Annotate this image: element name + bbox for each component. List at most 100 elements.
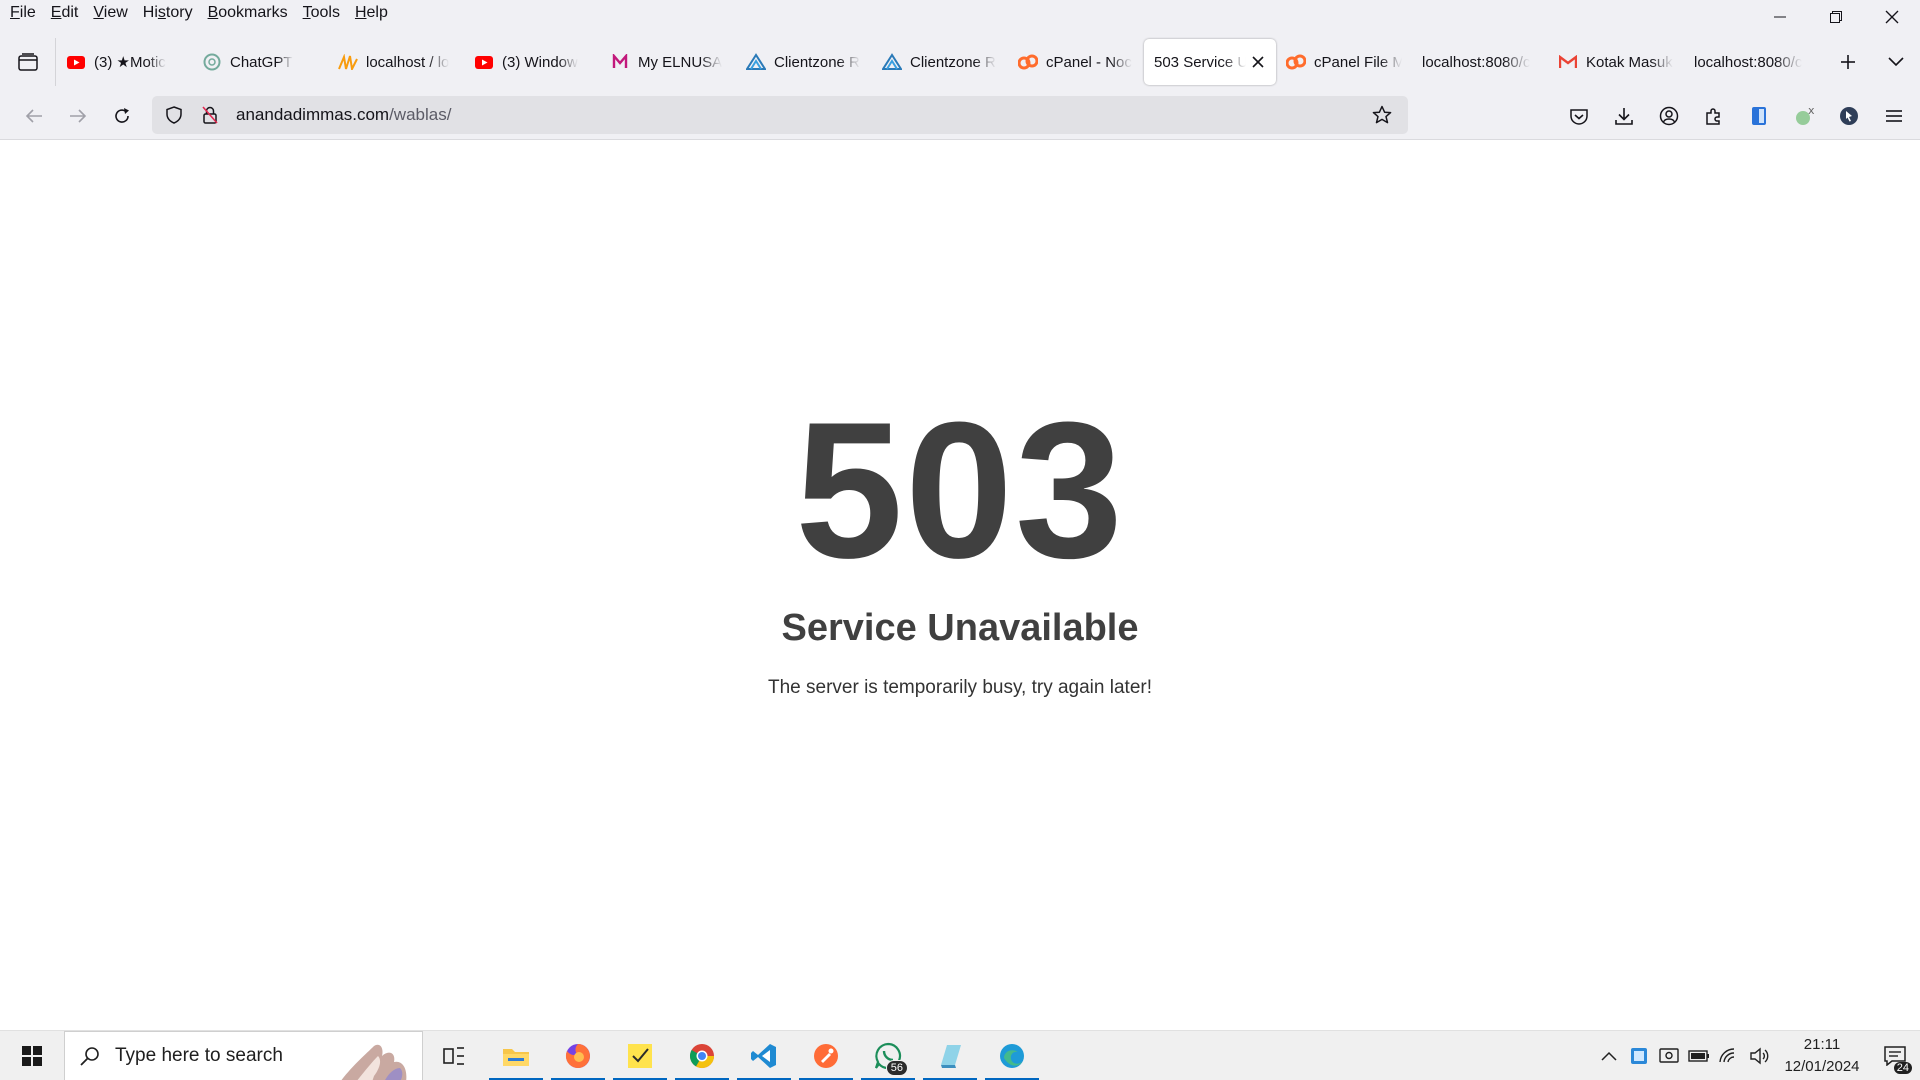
taskbar-search-box[interactable]: Type here to search bbox=[64, 1030, 423, 1080]
vscode-taskbar-button[interactable] bbox=[733, 1031, 795, 1080]
tab-clientzone-2[interactable]: Clientzone R bbox=[872, 39, 1008, 85]
youtube-icon bbox=[474, 52, 494, 72]
folder-icon bbox=[503, 1048, 529, 1066]
navigation-bar: anandadimmas.com/wablas/ x bbox=[0, 94, 1920, 138]
chatgpt-icon bbox=[202, 52, 222, 72]
tab-cpanel[interactable]: cPanel - Noc bbox=[1008, 39, 1144, 85]
minimize-icon bbox=[1774, 16, 1786, 18]
notepad-icon bbox=[941, 1044, 961, 1068]
tray-app-button[interactable] bbox=[1624, 1031, 1654, 1080]
close-window-button[interactable] bbox=[1864, 0, 1920, 34]
whatsapp-unread-badge: 56 bbox=[885, 1059, 908, 1076]
menu-bookmarks[interactable]: Bookmarks bbox=[208, 4, 288, 22]
list-all-tabs-button[interactable] bbox=[1874, 40, 1918, 84]
disabled-extension-button[interactable]: x bbox=[1781, 96, 1826, 136]
tab-strip: (3) ★Motic ChatGPT localhost / lo (3) Wi… bbox=[0, 38, 1920, 86]
postman-icon bbox=[814, 1043, 838, 1068]
edge-icon bbox=[1000, 1043, 1024, 1068]
device-icon bbox=[1659, 1048, 1679, 1063]
error-code: 503 bbox=[795, 382, 1125, 599]
tab-youtube-1[interactable]: (3) ★Motic bbox=[56, 39, 192, 85]
menu-tools[interactable]: Tools bbox=[303, 4, 340, 22]
reload-button[interactable] bbox=[100, 96, 144, 136]
account-button[interactable] bbox=[1646, 96, 1691, 136]
extensions-button[interactable] bbox=[1691, 96, 1736, 136]
browser-chrome: File Edit View History Bookmarks Tools H… bbox=[0, 0, 1920, 140]
menu-help[interactable]: Help bbox=[355, 4, 388, 22]
tab-youtube-2[interactable]: (3) Window bbox=[464, 39, 600, 85]
network-button[interactable] bbox=[1714, 1031, 1744, 1080]
app-menu-button[interactable] bbox=[1871, 96, 1916, 136]
extension-disabled-icon: x bbox=[1795, 105, 1815, 125]
url-text[interactable]: anandadimmas.com/wablas/ bbox=[236, 105, 451, 125]
profile-extension-button[interactable] bbox=[1826, 96, 1871, 136]
search-highlight-art-icon bbox=[341, 1044, 407, 1080]
system-tray: 21:11 12/01/2024 24 bbox=[1594, 1031, 1920, 1080]
error-message: The server is temporarily busy, try agai… bbox=[767, 677, 1152, 698]
task-view-button[interactable] bbox=[423, 1031, 485, 1080]
menu-edit[interactable]: Edit bbox=[51, 4, 79, 22]
sidebar-extension-button[interactable] bbox=[1736, 96, 1781, 136]
tab-chatgpt[interactable]: ChatGPT bbox=[192, 39, 328, 85]
downloads-button[interactable] bbox=[1601, 96, 1646, 136]
pocket-button[interactable] bbox=[1556, 96, 1601, 136]
restore-icon bbox=[1830, 11, 1842, 23]
chevron-up-icon bbox=[1601, 1051, 1617, 1061]
whatsapp-taskbar-button[interactable]: 56 bbox=[857, 1031, 919, 1080]
menu-view[interactable]: View bbox=[93, 4, 127, 22]
forward-button[interactable] bbox=[56, 96, 100, 136]
edge-taskbar-button[interactable] bbox=[981, 1031, 1043, 1080]
elnusa-icon bbox=[610, 52, 630, 72]
chrome-icon bbox=[689, 1043, 714, 1068]
bookmark-star-icon[interactable] bbox=[1364, 97, 1400, 133]
new-tab-button[interactable] bbox=[1826, 40, 1870, 84]
tray-device-button[interactable] bbox=[1654, 1031, 1684, 1080]
vscode-icon bbox=[751, 1043, 776, 1068]
windows-taskbar: Type here to search 56 21:11 12/01/2024 … bbox=[0, 1030, 1920, 1080]
minimize-button[interactable] bbox=[1752, 0, 1808, 34]
tab-elnusa[interactable]: My ELNUSA bbox=[600, 39, 736, 85]
search-icon bbox=[65, 1046, 115, 1066]
tab-localhost-1[interactable]: localhost:8080/c bbox=[1412, 39, 1548, 85]
firefox-taskbar-button[interactable] bbox=[547, 1031, 609, 1080]
toolbar-right: x bbox=[1556, 96, 1916, 136]
insecure-lock-icon[interactable] bbox=[192, 97, 228, 133]
hamburger-menu-icon bbox=[1885, 110, 1902, 122]
window-controls bbox=[1752, 0, 1920, 34]
menu-history[interactable]: History bbox=[143, 4, 193, 22]
tab-clientzone-1[interactable]: Clientzone R bbox=[736, 39, 872, 85]
volume-button[interactable] bbox=[1744, 1031, 1774, 1080]
tracking-protection-shield-icon[interactable] bbox=[156, 97, 192, 133]
url-bar[interactable]: anandadimmas.com/wablas/ bbox=[152, 96, 1408, 134]
file-explorer-taskbar-button[interactable] bbox=[485, 1031, 547, 1080]
battery-button[interactable] bbox=[1684, 1031, 1714, 1080]
sticky-notes-taskbar-button[interactable] bbox=[609, 1031, 671, 1080]
avatar-icon bbox=[1839, 107, 1858, 125]
close-tab-icon[interactable] bbox=[1250, 54, 1266, 70]
menu-file[interactable]: File bbox=[10, 4, 36, 22]
firefox-view-button[interactable] bbox=[0, 38, 56, 86]
chrome-taskbar-button[interactable] bbox=[671, 1031, 733, 1080]
chevron-down-icon bbox=[1888, 57, 1904, 67]
sticky-notes-icon bbox=[628, 1043, 652, 1068]
tab-gmail[interactable]: Kotak Masuk bbox=[1548, 39, 1684, 85]
postman-taskbar-button[interactable] bbox=[795, 1031, 857, 1080]
tab-localhost-2[interactable]: localhost:8080/c bbox=[1684, 39, 1820, 85]
start-button[interactable] bbox=[0, 1031, 64, 1080]
tab-phpmyadmin[interactable]: localhost / lo bbox=[328, 39, 464, 85]
battery-icon bbox=[1688, 1050, 1709, 1062]
download-icon bbox=[1614, 108, 1633, 125]
clock[interactable]: 21:11 12/01/2024 bbox=[1774, 1034, 1870, 1078]
tab-503-active[interactable]: 503 Service U bbox=[1144, 39, 1276, 85]
error-title: Service Unavailable bbox=[781, 607, 1139, 649]
restore-button[interactable] bbox=[1808, 0, 1864, 34]
notepad-taskbar-button[interactable] bbox=[919, 1031, 981, 1080]
menu-bar: File Edit View History Bookmarks Tools H… bbox=[0, 0, 1920, 26]
firefox-icon bbox=[565, 1043, 590, 1068]
notification-center-button[interactable]: 24 bbox=[1870, 1031, 1920, 1080]
back-button[interactable] bbox=[12, 96, 56, 136]
show-hidden-icons-button[interactable] bbox=[1594, 1031, 1624, 1080]
phpmyadmin-icon bbox=[338, 52, 358, 72]
tab-cpanel-file-manager[interactable]: cPanel File M bbox=[1276, 39, 1412, 85]
arrow-right-icon bbox=[70, 109, 87, 123]
